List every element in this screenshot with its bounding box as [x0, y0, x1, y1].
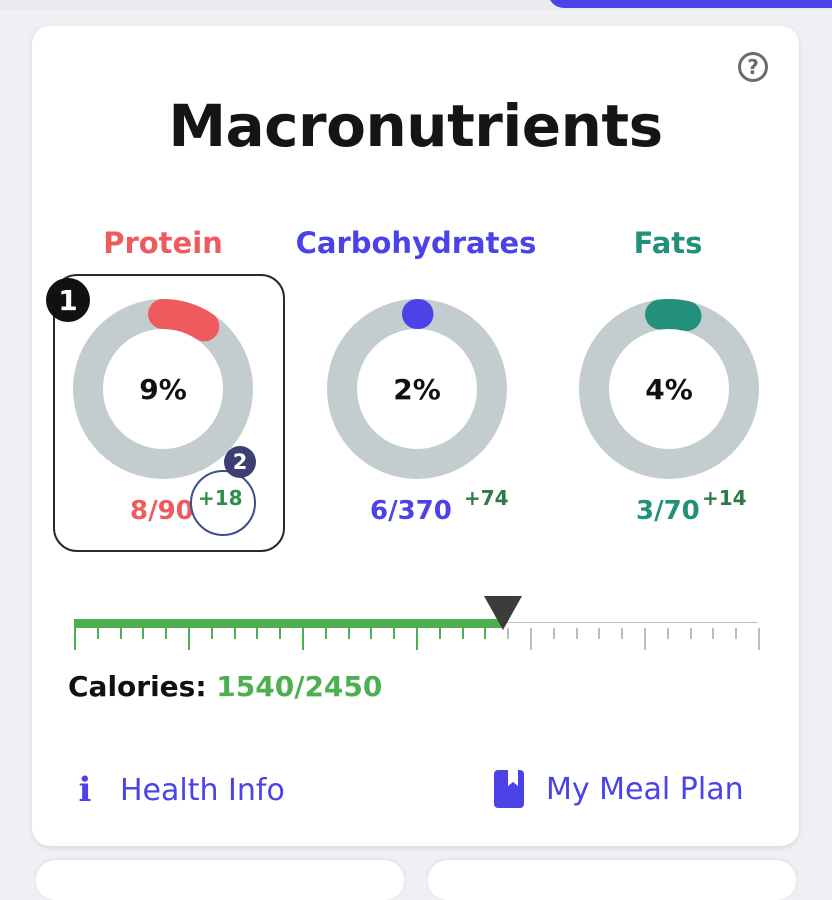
slider-tick — [325, 628, 327, 639]
card-title: Macronutrients — [168, 92, 663, 160]
slider-tick — [120, 628, 122, 639]
slider-tick — [234, 628, 236, 639]
meal-plan-label: My Meal Plan — [546, 771, 744, 807]
health-info-label: Health Info — [120, 772, 285, 808]
slider-tick — [462, 628, 464, 639]
slider-tick — [370, 628, 372, 639]
health-info-link[interactable]: i Health Info — [72, 770, 285, 810]
slider-tick — [439, 628, 441, 639]
fats-label: Fats — [633, 226, 703, 260]
slider-tick — [576, 628, 578, 639]
slider-tick — [142, 628, 144, 639]
fats-percent: 4% — [645, 372, 693, 406]
slider-tick — [621, 628, 623, 639]
bottom-card-left[interactable] — [36, 860, 404, 900]
fats-ring: 4% — [574, 294, 764, 484]
slider-tick — [302, 628, 304, 650]
slider-tick — [165, 628, 167, 639]
slider-tick — [279, 628, 281, 639]
calories-value: 1540/2450 — [216, 670, 383, 703]
protein-highlight-box — [53, 274, 285, 552]
slider-tick — [393, 628, 395, 639]
protein-label: Protein — [103, 226, 223, 260]
meal-plan-link[interactable]: My Meal Plan — [494, 770, 744, 808]
slider-tick — [598, 628, 600, 639]
help-icon[interactable]: ? — [738, 52, 768, 82]
bottom-card-right[interactable] — [428, 860, 796, 900]
slider-tick — [530, 628, 532, 650]
slider-tick — [97, 628, 99, 639]
slider-tick — [712, 628, 714, 639]
slider-tick — [644, 628, 646, 650]
slider-tick — [348, 628, 350, 639]
slider-tick — [416, 628, 418, 650]
annotation-marker-1: 1 — [46, 278, 90, 322]
macronutrients-card: ? Macronutrients Protein 9% 8/90 +18 1 2… — [32, 26, 799, 846]
slider-tick — [74, 628, 76, 650]
slider-fill — [74, 619, 504, 628]
carbohydrates-ring: 2% — [322, 294, 512, 484]
slider-tick — [211, 628, 213, 639]
carbohydrates-percent: 2% — [393, 372, 441, 406]
calories-label: Calories: — [68, 670, 207, 703]
slider-tick — [553, 628, 555, 639]
slider-tick — [690, 628, 692, 639]
carbohydrates-amount: 6/370 — [370, 496, 452, 526]
calories-readout: Calories: 1540/2450 — [68, 670, 382, 703]
slider-tick — [735, 628, 737, 639]
carbohydrates-label: Carbohydrates — [295, 226, 537, 260]
calories-slider[interactable] — [74, 596, 760, 656]
annotation-marker-2: 2 — [224, 446, 256, 478]
info-icon: i — [78, 770, 92, 810]
slider-tick — [188, 628, 190, 650]
fats-delta: +14 — [702, 486, 747, 510]
carbohydrates-delta: +74 — [464, 486, 509, 510]
book-icon — [494, 770, 524, 808]
active-tab-indicator[interactable] — [548, 0, 832, 8]
slider-tick — [256, 628, 258, 639]
slider-tick — [758, 628, 760, 650]
slider-handle[interactable] — [484, 596, 522, 630]
slider-tick — [667, 628, 669, 639]
fats-amount: 3/70 — [636, 496, 700, 526]
